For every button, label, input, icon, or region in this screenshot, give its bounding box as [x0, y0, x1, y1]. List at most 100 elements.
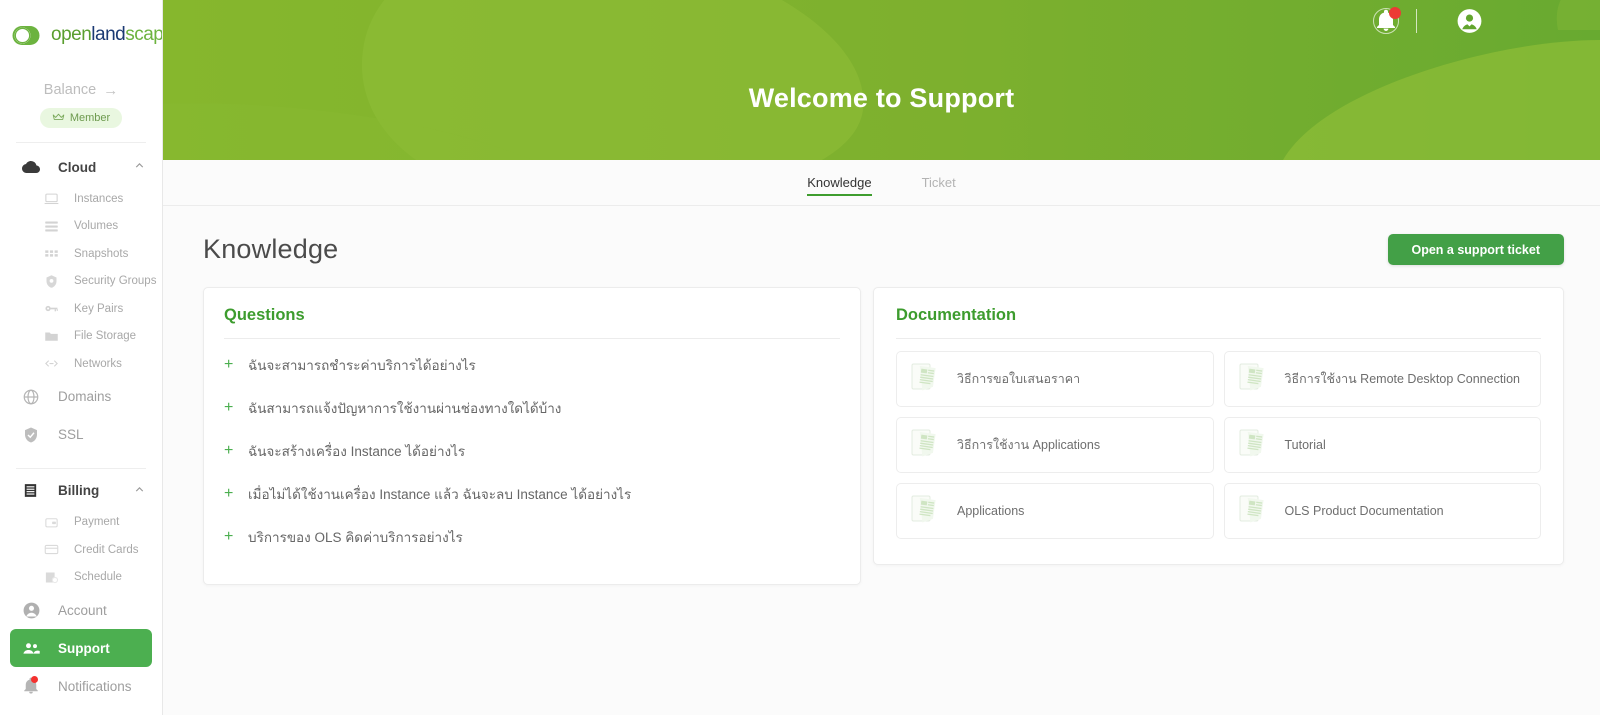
sidebar-item-volumes-label: Volumes — [74, 220, 119, 233]
folder-icon — [44, 329, 62, 344]
question-label: ฉันสามารถแจ้งปัญหาการใช้งานผ่านช่องทางใด… — [248, 401, 562, 416]
sidebar-item-instances[interactable]: Instances — [0, 185, 162, 213]
crown-icon — [52, 109, 65, 127]
question-item[interactable]: + ฉันจะสามารถชำระค่าบริการได้อย่างไร — [224, 343, 840, 386]
question-item[interactable]: + บริการของ OLS คิดค่าบริการอย่างไร — [224, 515, 840, 558]
cloud-icon — [22, 158, 44, 176]
sidebar-divider-billing — [16, 467, 146, 469]
question-item[interactable]: + เมื่อไม่ได้ใช้งานเครื่อง Instance แล้ว… — [224, 472, 840, 515]
sidebar-item-networks-label: Networks — [74, 357, 122, 370]
shield-check-icon — [22, 426, 44, 444]
question-item[interactable]: + ฉันจะสร้างเครื่อง Instance ได้อย่างไร — [224, 429, 840, 472]
logo[interactable]: openlandscape — [0, 0, 162, 56]
plus-icon: + — [224, 442, 234, 459]
documentation-panel-rule — [896, 338, 1541, 339]
question-label: บริการของ OLS คิดค่าบริการอย่างไร — [248, 530, 463, 545]
documentation-grid: วิธีการขอใบเสนอราคา วิธีการใช้งาน Remote… — [896, 351, 1541, 539]
shield-icon — [44, 274, 62, 289]
sidebar-item-domains-label: Domains — [58, 389, 112, 404]
document-stack-icon — [1237, 494, 1271, 528]
sidebar-item-payment-label: Payment — [74, 516, 120, 529]
question-label: เมื่อไม่ได้ใช้งานเครื่อง Instance แล้ว ฉ… — [248, 487, 632, 502]
tab-knowledge[interactable]: Knowledge — [807, 175, 872, 196]
sidebar-item-support-label: Support — [58, 640, 110, 656]
questions-panel: Questions + ฉันจะสามารถชำระค่าบริการได้อ… — [203, 287, 861, 585]
sidebar-item-networks[interactable]: Networks — [0, 350, 162, 378]
documentation-card-label: Applications — [957, 504, 1025, 518]
documentation-panel-title: Documentation — [896, 306, 1017, 324]
sidebar-item-security-groups[interactable]: Security Groups — [0, 268, 162, 296]
question-item[interactable]: + ฉันสามารถแจ้งปัญหาการใช้งานผ่านช่องทาง… — [224, 386, 840, 429]
sidebar-item-key-pairs-label: Key Pairs — [74, 302, 124, 315]
support-page: openlandscape Balance → Member Cloud — [0, 0, 1600, 715]
logo-text: openlandscape — [51, 24, 162, 46]
sidebar-divider-top — [16, 142, 146, 143]
arrow-right-icon: → — [103, 81, 119, 99]
notification-dot — [31, 676, 38, 683]
documentation-card[interactable]: OLS Product Documentation — [1223, 483, 1541, 539]
page-banner: Welcome to Support — [163, 0, 1600, 160]
sidebar-item-snapshots-label: Snapshots — [74, 247, 129, 260]
sidebar-item-schedule-label: Schedule — [74, 571, 122, 584]
document-stack-icon — [909, 362, 943, 396]
documentation-card-label: วิธีการใช้งาน Applications — [957, 438, 1101, 452]
document-stack-icon — [1237, 428, 1271, 462]
banner-title: Welcome to Support — [748, 83, 1015, 113]
key-icon — [44, 301, 62, 316]
banner-actions — [1373, 7, 1566, 34]
documentation-panel: Documentation วิธีการขอใบเสนอราคา วิธีกา… — [873, 287, 1564, 565]
balance-link[interactable]: Balance → — [0, 82, 162, 98]
document-stack-icon — [909, 494, 943, 528]
credit-card-icon — [44, 542, 62, 557]
member-badge: Member — [40, 108, 122, 128]
laptop-icon — [44, 191, 62, 206]
calendar-clock-icon — [44, 570, 62, 585]
sidebar-item-payment[interactable]: Payment — [0, 509, 162, 537]
documentation-card[interactable]: Tutorial — [1223, 417, 1541, 473]
sidebar-item-snapshots[interactable]: Snapshots — [0, 240, 162, 268]
globe-icon — [22, 388, 44, 406]
document-stack-icon — [1237, 362, 1271, 396]
wallet-icon — [44, 515, 62, 530]
sidebar-item-file-storage[interactable]: File Storage — [0, 323, 162, 351]
sidebar-item-support[interactable]: Support — [10, 629, 152, 667]
sidebar-item-credit-cards-label: Credit Cards — [74, 543, 139, 556]
sidebar-item-credit-cards[interactable]: Credit Cards — [0, 536, 162, 564]
sidebar-group-cloud[interactable]: Cloud — [0, 149, 162, 185]
question-label: ฉันจะสร้างเครื่อง Instance ได้อย่างไร — [248, 444, 466, 459]
logo-text-open: open — [51, 24, 92, 45]
content-header: Knowledge Open a support ticket — [203, 234, 1564, 265]
sidebar-item-notifications-label: Notifications — [58, 678, 132, 694]
chevron-up-icon — [133, 159, 146, 175]
documentation-card[interactable]: วิธีการใช้งาน Applications — [896, 417, 1214, 473]
documentation-card[interactable]: วิธีการขอใบเสนอราคา — [896, 351, 1214, 407]
documentation-card[interactable]: Applications — [896, 483, 1214, 539]
content-area: Knowledge Open a support ticket Question… — [163, 206, 1600, 585]
documentation-card-label: วิธีการใช้งาน Remote Desktop Connection — [1284, 372, 1521, 386]
sidebar: openlandscape Balance → Member Cloud — [0, 0, 163, 715]
sidebar-item-volumes[interactable]: Volumes — [0, 213, 162, 241]
documentation-card-label: Tutorial — [1284, 438, 1326, 452]
tab-bar: Knowledge Ticket — [163, 160, 1600, 206]
sidebar-item-domains[interactable]: Domains — [0, 378, 162, 416]
snapshots-icon — [44, 246, 62, 261]
questions-panel-rule — [224, 338, 840, 339]
plus-icon: + — [224, 528, 234, 545]
sidebar-item-security-groups-label: Security Groups — [74, 275, 157, 288]
sidebar-item-account[interactable]: Account — [0, 591, 162, 629]
document-stack-icon — [909, 428, 943, 462]
sidebar-item-ssl-label: SSL — [58, 427, 84, 442]
sidebar-item-instances-label: Instances — [74, 192, 124, 205]
sidebar-item-schedule[interactable]: Schedule — [0, 564, 162, 592]
sidebar-item-account-label: Account — [58, 602, 107, 618]
tab-ticket[interactable]: Ticket — [922, 175, 956, 195]
sidebar-group-billing[interactable]: Billing — [0, 473, 162, 509]
plus-icon: + — [224, 399, 234, 416]
question-label: ฉันจะสามารถชำระค่าบริการได้อย่างไร — [248, 358, 476, 373]
openlandscape-logo-icon — [10, 23, 50, 48]
sidebar-item-key-pairs[interactable]: Key Pairs — [0, 295, 162, 323]
documentation-card[interactable]: วิธีการใช้งาน Remote Desktop Connection — [1223, 351, 1541, 407]
sidebar-item-notifications[interactable]: Notifications — [0, 667, 162, 705]
sidebar-item-ssl[interactable]: SSL — [0, 416, 162, 454]
open-support-ticket-button[interactable]: Open a support ticket — [1387, 234, 1564, 265]
